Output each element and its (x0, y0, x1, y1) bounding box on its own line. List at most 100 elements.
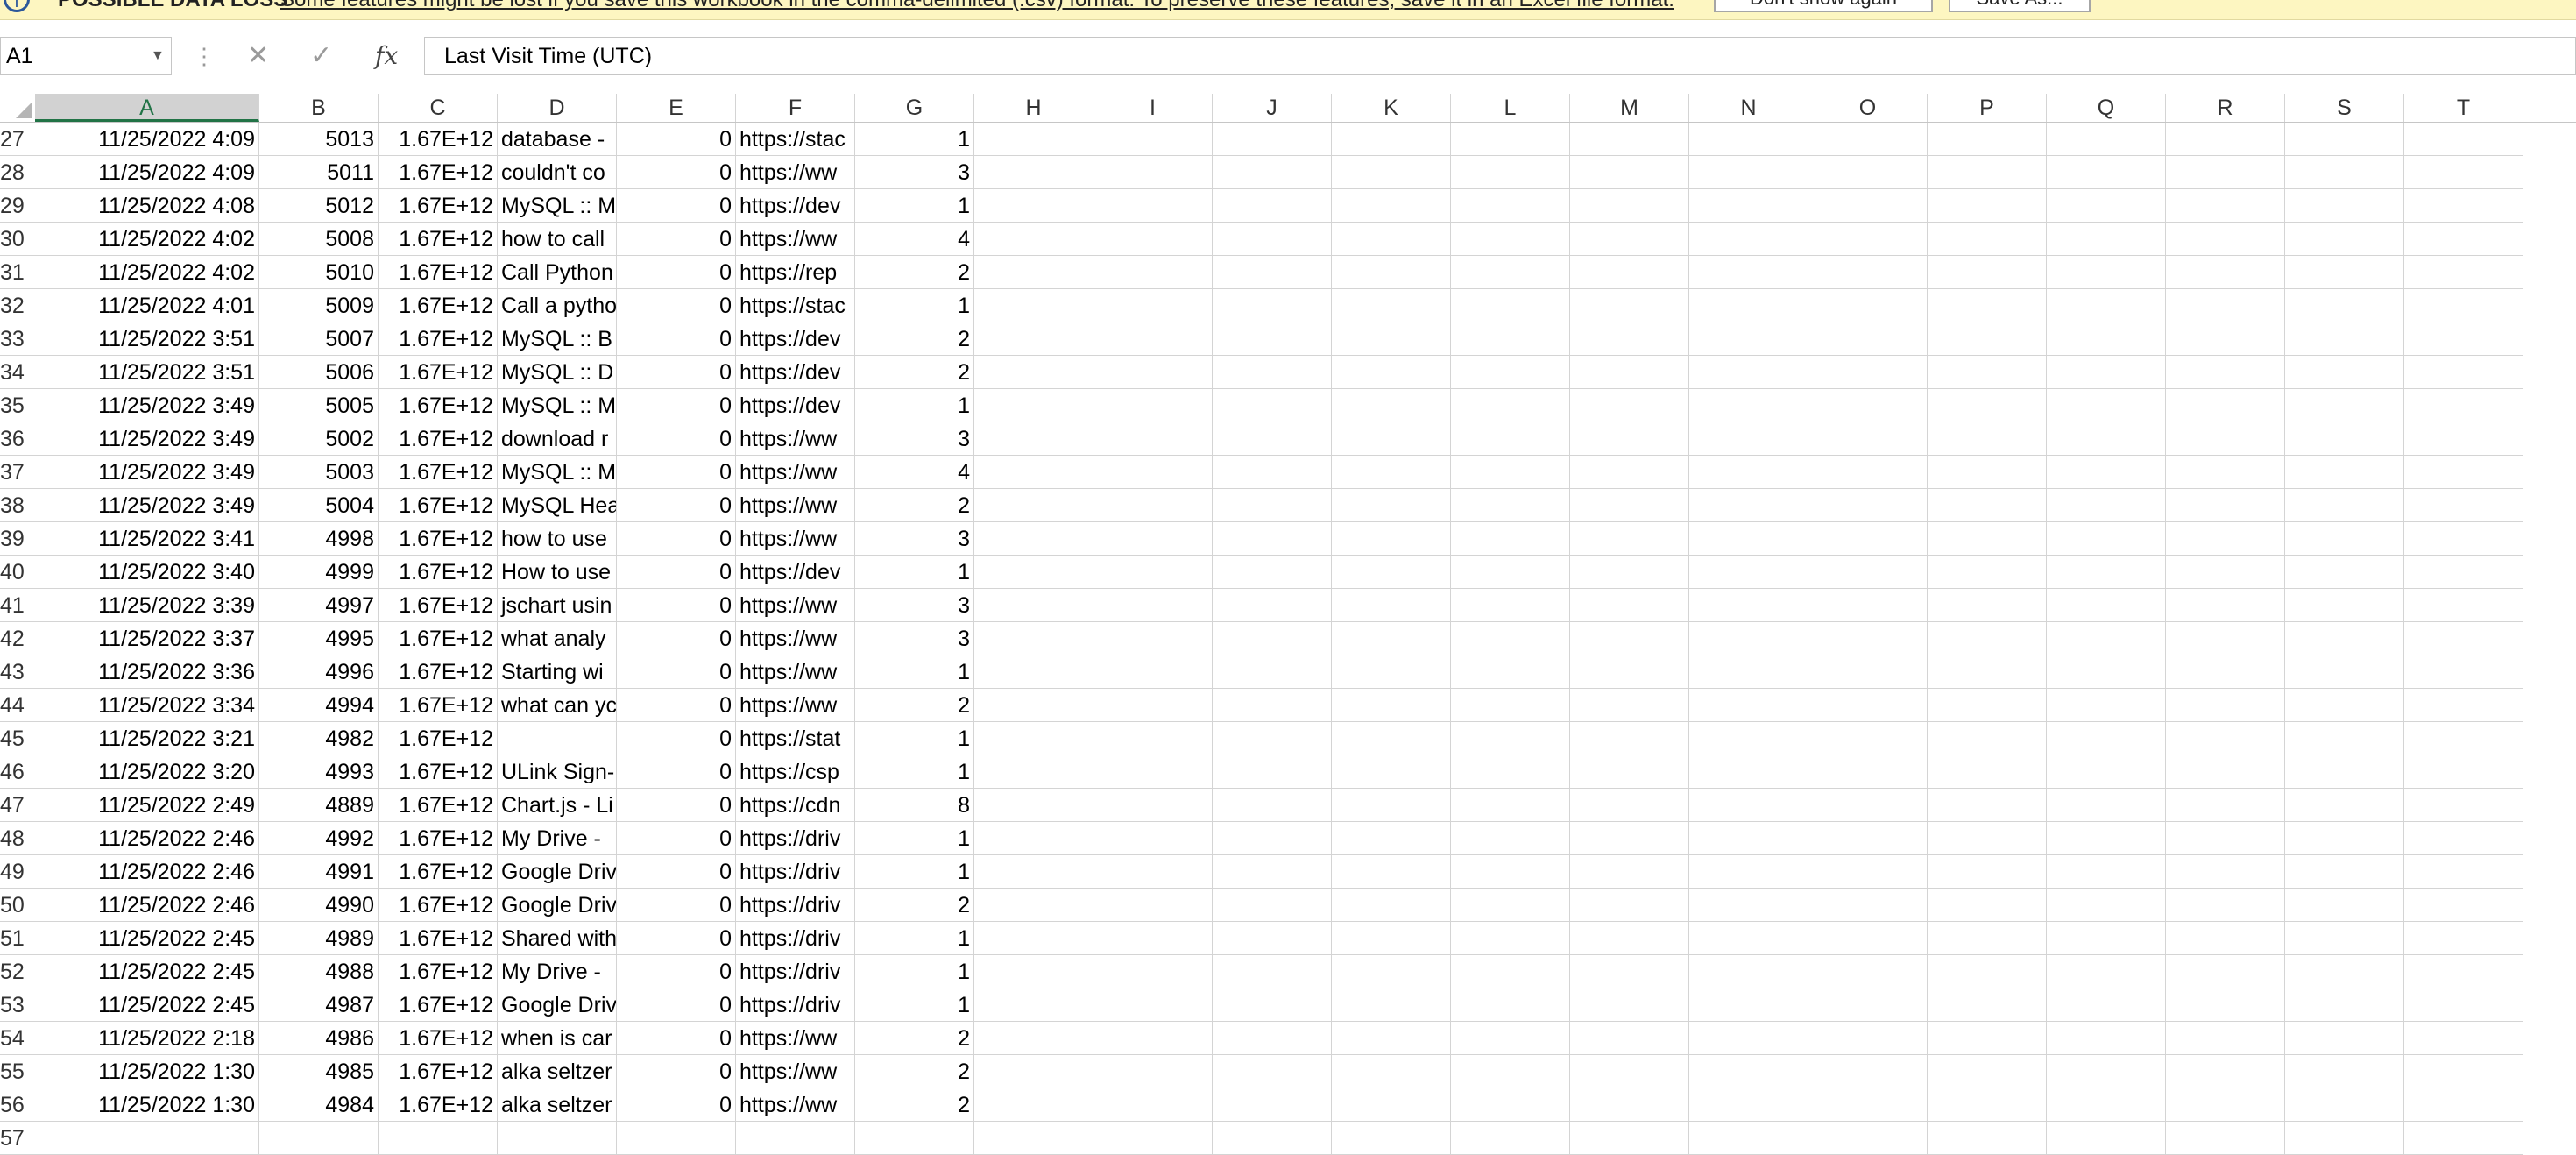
cell-t[interactable] (2404, 789, 2523, 822)
cell-i[interactable] (1093, 123, 1213, 156)
cell-p[interactable] (1928, 289, 2047, 322)
cell-r[interactable] (2166, 456, 2285, 489)
cell-i[interactable] (1093, 988, 1213, 1022)
cell-s[interactable] (2285, 1088, 2404, 1122)
cell-o[interactable] (1808, 223, 1928, 256)
cancel-icon[interactable]: ✕ (247, 37, 269, 75)
cell-h[interactable] (974, 356, 1093, 389)
cell-a[interactable]: 11/25/2022 4:08 (35, 189, 259, 223)
cell-b[interactable]: 4985 (259, 1055, 379, 1088)
cell-e[interactable]: 0 (617, 556, 736, 589)
cell-q[interactable] (2047, 489, 2166, 522)
cell-q[interactable] (2047, 955, 2166, 988)
cell-o[interactable] (1808, 456, 1928, 489)
cell-c[interactable]: 1.67E+12 (379, 822, 498, 855)
cell-q[interactable] (2047, 123, 2166, 156)
cell-c[interactable]: 1.67E+12 (379, 489, 498, 522)
cell-r[interactable] (2166, 855, 2285, 889)
cell-h[interactable] (974, 156, 1093, 189)
cell-p[interactable] (1928, 489, 2047, 522)
cell-t[interactable] (2404, 855, 2523, 889)
cell-f[interactable]: https://ww (736, 456, 855, 489)
cell-j[interactable] (1213, 689, 1332, 722)
row-header[interactable]: 47 (0, 789, 35, 822)
cell-p[interactable] (1928, 1022, 2047, 1055)
cell-s[interactable] (2285, 589, 2404, 622)
cell-t[interactable] (2404, 722, 2523, 755)
cell-l[interactable] (1451, 722, 1570, 755)
cell-q[interactable] (2047, 755, 2166, 789)
cell-k[interactable] (1332, 1122, 1451, 1155)
cell-i[interactable] (1093, 889, 1213, 922)
cell-r[interactable] (2166, 755, 2285, 789)
cell-n[interactable] (1689, 922, 1808, 955)
cell-b[interactable]: 4989 (259, 922, 379, 955)
cell-c[interactable]: 1.67E+12 (379, 589, 498, 622)
cell-s[interactable] (2285, 322, 2404, 356)
cell-r[interactable] (2166, 589, 2285, 622)
cell-g[interactable]: 1 (855, 955, 974, 988)
cell-r[interactable] (2166, 389, 2285, 422)
cell-f[interactable]: https://stac (736, 123, 855, 156)
row-header[interactable]: 44 (0, 689, 35, 722)
cell-i[interactable] (1093, 556, 1213, 589)
cell-e[interactable]: 0 (617, 988, 736, 1022)
cell-a[interactable]: 11/25/2022 3:39 (35, 589, 259, 622)
cell-e[interactable]: 0 (617, 822, 736, 855)
cell-r[interactable] (2166, 322, 2285, 356)
cell-i[interactable] (1093, 489, 1213, 522)
cell-t[interactable] (2404, 889, 2523, 922)
cell-g[interactable]: 1 (855, 755, 974, 789)
cell-b[interactable]: 4984 (259, 1088, 379, 1122)
cell-d[interactable]: what analy (498, 622, 617, 655)
cell-c[interactable]: 1.67E+12 (379, 189, 498, 223)
cell-j[interactable] (1213, 988, 1332, 1022)
cell-d[interactable]: MySQL :: B (498, 322, 617, 356)
cell-d[interactable]: Starting wi (498, 655, 617, 689)
cell-o[interactable] (1808, 289, 1928, 322)
cell-c[interactable]: 1.67E+12 (379, 1055, 498, 1088)
cell-q[interactable] (2047, 256, 2166, 289)
cell-i[interactable] (1093, 289, 1213, 322)
cell-g[interactable]: 4 (855, 456, 974, 489)
cell-d[interactable]: how to call (498, 223, 617, 256)
cell-m[interactable] (1570, 1122, 1689, 1155)
cell-q[interactable] (2047, 356, 2166, 389)
cell-s[interactable] (2285, 556, 2404, 589)
cell-h[interactable] (974, 123, 1093, 156)
cell-g[interactable]: 2 (855, 689, 974, 722)
cell-t[interactable] (2404, 356, 2523, 389)
cell-f[interactable]: https://ww (736, 1055, 855, 1088)
cell-e[interactable]: 0 (617, 655, 736, 689)
cell-c[interactable]: 1.67E+12 (379, 556, 498, 589)
cell-o[interactable] (1808, 622, 1928, 655)
cell-e[interactable]: 0 (617, 689, 736, 722)
cell-e[interactable]: 0 (617, 1088, 736, 1122)
info-bar-message[interactable]: Some features might be lost if you save … (280, 0, 1674, 12)
cell-a[interactable]: 11/25/2022 2:45 (35, 988, 259, 1022)
cell-s[interactable] (2285, 855, 2404, 889)
cell-d[interactable]: MySQL :: M (498, 389, 617, 422)
cell-j[interactable] (1213, 522, 1332, 556)
cell-q[interactable] (2047, 855, 2166, 889)
cell-m[interactable] (1570, 356, 1689, 389)
formula-input[interactable]: Last Visit Time (UTC) (424, 37, 2576, 75)
cell-q[interactable] (2047, 988, 2166, 1022)
cell-b[interactable]: 4986 (259, 1022, 379, 1055)
cell-b[interactable]: 4988 (259, 955, 379, 988)
cell-g[interactable]: 2 (855, 1088, 974, 1122)
save-as-button[interactable]: Save As... (1949, 0, 2091, 12)
cell-d[interactable]: MySQL :: D (498, 356, 617, 389)
cell-l[interactable] (1451, 522, 1570, 556)
cell-o[interactable] (1808, 189, 1928, 223)
cell-o[interactable] (1808, 522, 1928, 556)
cell-t[interactable] (2404, 755, 2523, 789)
cell-i[interactable] (1093, 655, 1213, 689)
cell-p[interactable] (1928, 889, 2047, 922)
cell-i[interactable] (1093, 1022, 1213, 1055)
cell-i[interactable] (1093, 389, 1213, 422)
cell-b[interactable]: 4997 (259, 589, 379, 622)
column-header-q[interactable]: Q (2047, 94, 2166, 122)
cell-a[interactable]: 11/25/2022 2:18 (35, 1022, 259, 1055)
cell-f[interactable]: https://ww (736, 622, 855, 655)
